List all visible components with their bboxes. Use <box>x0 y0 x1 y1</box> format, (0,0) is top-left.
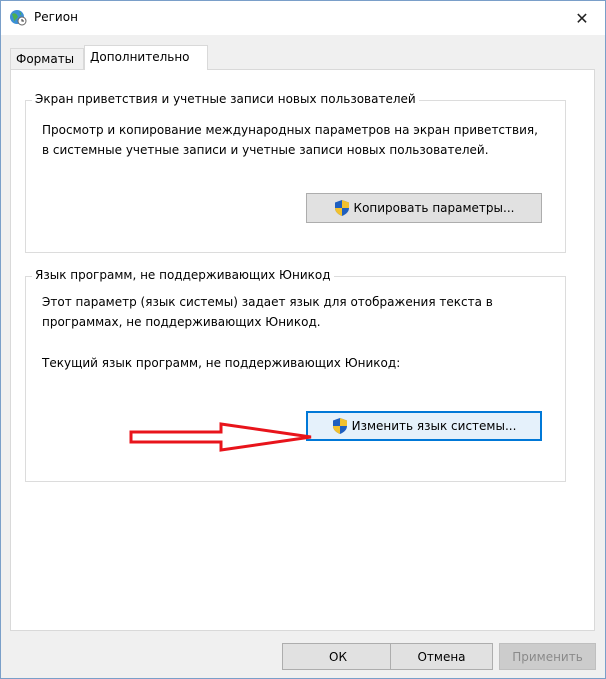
ok-button[interactable]: ОК <box>282 643 394 670</box>
welcome-group-description: Просмотр и копирование международных пар… <box>42 120 552 160</box>
close-button[interactable]: ✕ <box>559 1 605 35</box>
welcome-description-line-2: в системные учетные записи и учетные зап… <box>42 143 489 157</box>
welcome-screen-group: Экран приветствия и учетные записи новых… <box>25 92 566 253</box>
unicode-group-description: Этот параметр (язык системы) задает язык… <box>42 292 552 332</box>
window-title: Регион <box>34 10 78 24</box>
cancel-button[interactable]: Отмена <box>390 643 493 670</box>
region-dialog: Регион ✕ Форматы Дополнительно Экран при… <box>0 0 606 679</box>
tab-panel-advanced: Экран приветствия и учетные записи новых… <box>10 69 595 631</box>
cancel-label: Отмена <box>417 649 466 664</box>
change-system-locale-button[interactable]: Изменить язык системы... <box>306 411 542 441</box>
copy-settings-button[interactable]: Копировать параметры... <box>306 193 542 223</box>
red-arrow-icon <box>129 422 312 452</box>
title-bar: Регион ✕ <box>1 1 605 35</box>
close-icon: ✕ <box>575 8 589 28</box>
tab-formats[interactable]: Форматы <box>10 48 84 69</box>
unicode-group-title: Язык программ, не поддерживающих Юникод <box>32 268 334 282</box>
welcome-description-line-1: Просмотр и копирование международных пар… <box>42 123 538 137</box>
apply-label: Применить <box>512 649 583 664</box>
uac-shield-icon <box>334 200 349 216</box>
current-language-label: Текущий язык программ, не поддерживающих… <box>42 356 401 370</box>
uac-shield-icon <box>332 418 347 434</box>
tab-advanced[interactable]: Дополнительно <box>84 45 208 70</box>
apply-button[interactable]: Применить <box>499 643 596 670</box>
globe-clock-icon <box>10 10 27 26</box>
unicode-description-line-2: программах, не поддерживающих Юникод. <box>42 315 321 329</box>
welcome-group-title: Экран приветствия и учетные записи новых… <box>32 92 419 106</box>
ok-label: ОК <box>329 649 347 664</box>
copy-settings-label: Копировать параметры... <box>353 201 515 215</box>
change-system-locale-label: Изменить язык системы... <box>351 419 517 433</box>
unicode-description-line-1: Этот параметр (язык системы) задает язык… <box>42 295 493 309</box>
